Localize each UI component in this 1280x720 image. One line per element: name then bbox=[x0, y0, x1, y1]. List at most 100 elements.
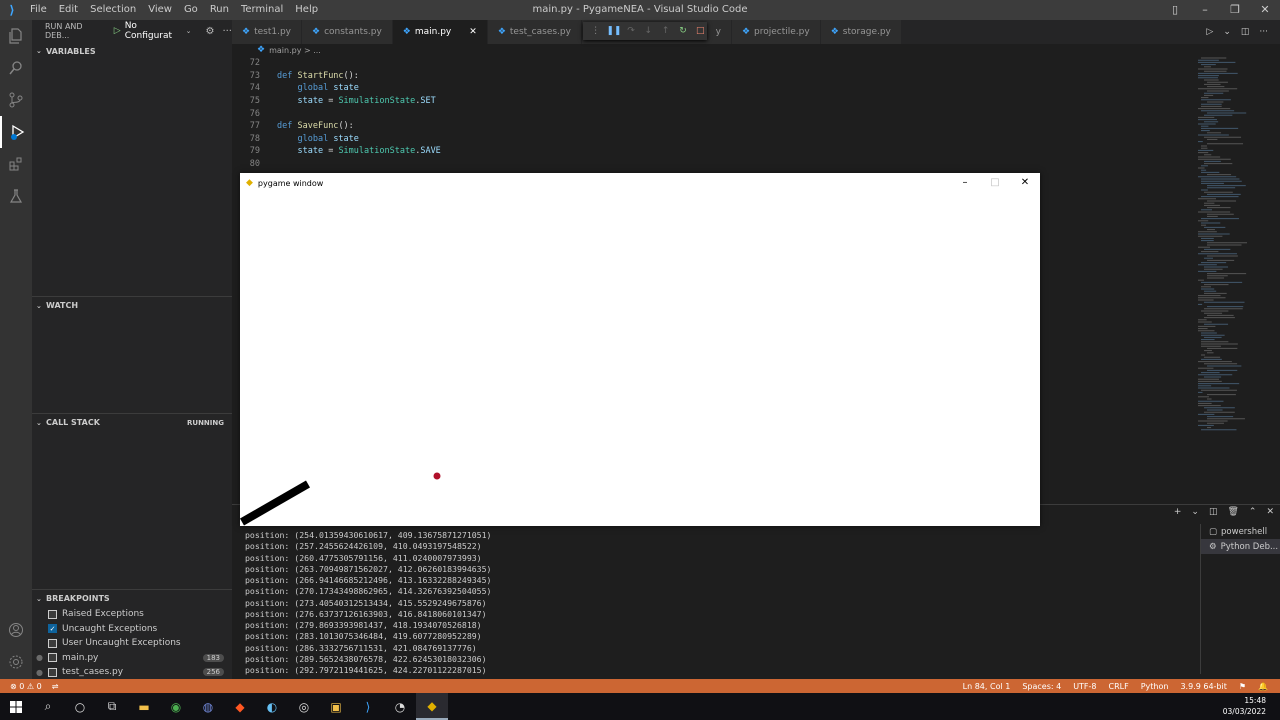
tab-test-cases[interactable]: ❖ test_cases.py bbox=[487, 20, 582, 44]
step-into-icon[interactable]: ↓ bbox=[642, 26, 655, 36]
breadcrumb[interactable]: ❖ main.py > ... bbox=[232, 44, 1192, 56]
feedback-icon[interactable]: ⚑ bbox=[1239, 682, 1246, 691]
debug-config-select[interactable]: No Configurat bbox=[125, 21, 184, 41]
close-panel-icon[interactable]: ✕ bbox=[1266, 507, 1274, 517]
step-out-icon[interactable]: ↑ bbox=[659, 26, 672, 36]
menu-view[interactable]: View bbox=[142, 0, 178, 20]
tab-main[interactable]: ❖ main.py ✕ bbox=[392, 20, 488, 44]
variables-section-header[interactable]: ⌄ VARIABLES bbox=[32, 42, 232, 60]
problems-indicator[interactable]: ⊗ 0 ⚠ 0 bbox=[0, 682, 42, 691]
menu-go[interactable]: Go bbox=[178, 0, 204, 20]
extensions-icon[interactable] bbox=[0, 148, 32, 180]
brave-icon[interactable]: ◆ bbox=[224, 693, 256, 720]
breakpoints-section-header[interactable]: ⌄ BREAKPOINTS bbox=[32, 589, 232, 607]
vscode-taskbar-icon[interactable]: ⟩ bbox=[352, 693, 384, 720]
minimize-icon[interactable]: – bbox=[1190, 0, 1220, 20]
pygame-canvas[interactable] bbox=[240, 173, 1040, 526]
tab-constants[interactable]: ❖ constants.py bbox=[302, 20, 393, 44]
testing-icon[interactable] bbox=[0, 180, 32, 212]
app-icon[interactable]: ▣ bbox=[320, 693, 352, 720]
language-mode[interactable]: Python bbox=[1141, 682, 1169, 691]
code-line[interactable]: 76 bbox=[232, 107, 1192, 120]
code-line[interactable]: 73 def StartFunc (): bbox=[232, 70, 1192, 83]
breakpoint-uncaught-exceptions[interactable]: ✓ Uncaught Exceptions bbox=[32, 622, 232, 637]
search-icon[interactable]: ⌕ bbox=[32, 693, 64, 720]
checkbox-checked[interactable]: ✓ bbox=[48, 624, 57, 634]
code-line[interactable]: 78 global state bbox=[232, 133, 1192, 146]
breakpoint-file-main[interactable]: ● main.py 183 bbox=[32, 651, 232, 666]
file-explorer-icon[interactable]: ▬ bbox=[128, 693, 160, 720]
new-terminal-icon[interactable]: + bbox=[1174, 507, 1182, 517]
task-view-icon[interactable]: ⧉ bbox=[96, 693, 128, 720]
code-line[interactable]: 72 bbox=[232, 57, 1192, 70]
split-editor-icon[interactable]: ◫ bbox=[1241, 27, 1250, 37]
chevron-down-icon[interactable]: ⌄ bbox=[186, 27, 192, 35]
search-icon[interactable] bbox=[0, 52, 32, 84]
menu-run[interactable]: Run bbox=[204, 0, 235, 20]
cursor-position[interactable]: Ln 84, Col 1 bbox=[963, 682, 1011, 691]
tab-close-icon[interactable]: ✕ bbox=[469, 27, 477, 37]
layout-icon[interactable]: ▯ bbox=[1160, 0, 1190, 20]
line-ending[interactable]: CRLF bbox=[1109, 682, 1129, 691]
steam-icon[interactable]: ◐ bbox=[256, 693, 288, 720]
obs-icon[interactable]: ◎ bbox=[288, 693, 320, 720]
menu-file[interactable]: File bbox=[24, 0, 53, 20]
code-line[interactable]: 79 state = SimulationState. SAVE bbox=[232, 145, 1192, 158]
checkbox[interactable] bbox=[48, 653, 57, 663]
cortana-icon[interactable]: ○ bbox=[64, 693, 96, 720]
maximize-panel-icon[interactable]: ⌃ bbox=[1249, 507, 1257, 517]
code-line[interactable]: 77 def SaveFunc (): bbox=[232, 120, 1192, 133]
code-line[interactable]: 80 bbox=[232, 158, 1192, 171]
discord-icon[interactable]: ◍ bbox=[192, 693, 224, 720]
chevron-down-icon[interactable]: ⌄ bbox=[1191, 507, 1199, 517]
pause-icon[interactable]: ❚❚ bbox=[606, 26, 621, 36]
gear-icon[interactable]: ⚙ bbox=[205, 26, 214, 37]
settings-gear-icon[interactable] bbox=[0, 646, 32, 678]
menu-help[interactable]: Help bbox=[289, 0, 324, 20]
account-icon[interactable] bbox=[0, 614, 32, 646]
trash-icon[interactable]: 🗑 bbox=[1227, 507, 1238, 517]
source-control-icon[interactable] bbox=[0, 84, 32, 116]
more-actions-icon[interactable]: ··· bbox=[1259, 27, 1268, 37]
start-debug-icon[interactable]: ▷ bbox=[114, 26, 121, 36]
restart-icon[interactable]: ↻ bbox=[676, 26, 689, 36]
taskbar-clock[interactable]: 15:48 03/03/2022 bbox=[1223, 695, 1266, 717]
step-over-icon[interactable]: ↷ bbox=[624, 26, 637, 36]
tab-test1[interactable]: ❖ test1.py bbox=[232, 20, 302, 44]
code-line[interactable]: 74 global state bbox=[232, 82, 1192, 95]
code-line[interactable]: 75 state = SimulationState. SET bbox=[232, 95, 1192, 108]
run-file-icon[interactable]: ▷ bbox=[1206, 27, 1213, 37]
run-debug-icon[interactable] bbox=[0, 116, 32, 148]
terminal-session-python-debug[interactable]: ⚙ Python Deb... bbox=[1201, 539, 1280, 554]
windows-start-icon[interactable] bbox=[0, 693, 32, 720]
menu-selection[interactable]: Selection bbox=[84, 0, 142, 20]
encoding[interactable]: UTF-8 bbox=[1073, 682, 1096, 691]
split-terminal-icon[interactable]: ◫ bbox=[1209, 507, 1218, 517]
watch-section-header[interactable]: ⌄ WATCH bbox=[32, 296, 232, 314]
terminal-output[interactable]: position: (254.01359430610617, 409.13675… bbox=[245, 530, 1185, 676]
menu-terminal[interactable]: Terminal bbox=[235, 0, 289, 20]
close-icon[interactable]: ✕ bbox=[1250, 0, 1280, 20]
chrome-icon[interactable]: ◉ bbox=[160, 693, 192, 720]
breakpoint-user-uncaught-exceptions[interactable]: User Uncaught Exceptions bbox=[32, 636, 232, 651]
remote-icon[interactable]: ⇌ bbox=[52, 682, 59, 691]
indentation[interactable]: Spaces: 4 bbox=[1022, 682, 1061, 691]
tab-storage[interactable]: ❖ storage.py bbox=[820, 20, 902, 44]
more-actions-icon[interactable]: ··· bbox=[222, 26, 232, 37]
checkbox[interactable] bbox=[48, 638, 57, 648]
recording-icon[interactable]: ◔ bbox=[384, 693, 416, 720]
menu-edit[interactable]: Edit bbox=[53, 0, 84, 20]
explorer-icon[interactable] bbox=[0, 20, 32, 52]
stop-icon[interactable]: □ bbox=[694, 26, 707, 36]
notifications-icon[interactable]: 🔔 bbox=[1258, 682, 1268, 691]
tab-projectile[interactable]: ❖ projectile.py bbox=[731, 20, 821, 44]
python-interpreter[interactable]: 3.9.9 64-bit bbox=[1180, 682, 1226, 691]
maximize-icon[interactable]: ❐ bbox=[1220, 0, 1250, 20]
checkbox[interactable] bbox=[48, 667, 57, 677]
code-editor[interactable]: 72 73 def StartFunc (): 74 global state 75 st… bbox=[232, 57, 1192, 175]
minimap[interactable] bbox=[1192, 56, 1272, 436]
drag-handle-icon[interactable]: ⋮ bbox=[589, 26, 602, 36]
checkbox[interactable] bbox=[48, 609, 57, 619]
pygame-taskbar-icon[interactable]: ◆ bbox=[416, 693, 448, 720]
call-stack-section-header[interactable]: ⌄ CALL STACK RUNNING bbox=[32, 413, 232, 431]
